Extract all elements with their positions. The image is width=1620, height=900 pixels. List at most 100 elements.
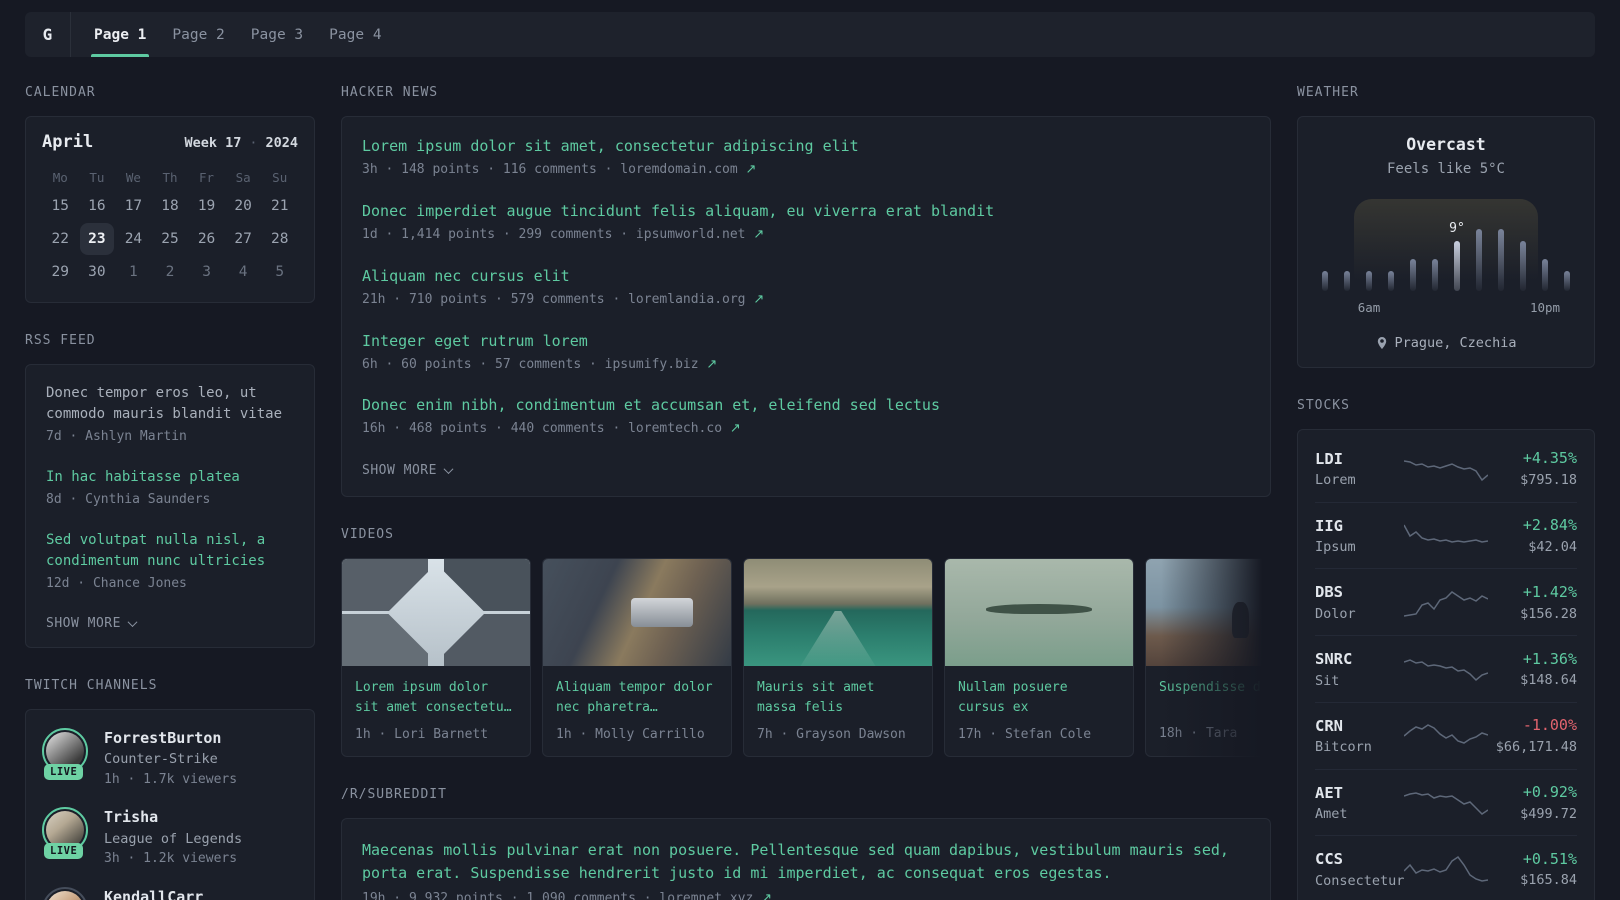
rss-item: Donec tempor eros leo, ut commodo mauris… (46, 383, 294, 447)
sparkline-path (1404, 524, 1488, 543)
videos-section-label: VIDEOS (341, 527, 394, 543)
hackernews-item-meta[interactable]: 1d · 1,414 points · 299 comments · ipsum… (362, 226, 1250, 245)
twitch-channel-info: KendallCarr (104, 887, 203, 900)
weather-location: Prague, Czechia (1314, 335, 1578, 351)
video-thumbnail (945, 559, 1133, 667)
video-card-body: Aliquam tempor dolor nec pharetra… 1h · … (543, 666, 731, 755)
twitch-channel-row[interactable]: LIVE Trisha League of Legends 3h · 1.2k … (42, 807, 298, 869)
rss-widget: RSS FEED Donec tempor eros leo, ut commo… (25, 333, 315, 648)
hackernews-item-meta[interactable]: 3h · 148 points · 116 comments · loremdo… (362, 161, 1250, 180)
stock-row[interactable]: IIG Ipsum +2.84% $42.04 (1315, 501, 1577, 569)
hackernews-item-title-link[interactable]: Lorem ipsum dolor sit amet, consectetur … (362, 137, 1250, 155)
calendar-day-cell: 4 (238, 264, 248, 280)
avatar (46, 890, 84, 900)
videos-carousel[interactable]: Lorem ipsum dolor sit amet consectetu… 1… (341, 558, 1271, 757)
video-card-body: Lorem ipsum dolor sit amet consectetu… 1… (342, 666, 530, 755)
weather-temp-label: 9° (1449, 221, 1465, 236)
calendar-day-cell: 15 (51, 198, 70, 214)
subreddit-post-title-link[interactable]: Maecenas mollis pulvinar erat non posuer… (362, 839, 1250, 886)
hackernews-item-meta[interactable]: 16h · 468 points · 440 comments · loremt… (362, 420, 1250, 439)
rss-show-more-label: SHOW MORE (46, 615, 121, 631)
app-logo: G (25, 12, 71, 57)
subreddit-post-meta[interactable]: 19h · 9,932 points · 1,090 comments · lo… (362, 890, 1250, 900)
calendar-day-cell: 18 (161, 198, 179, 214)
hackernews-item-title-link[interactable]: Aliquam nec cursus elit (362, 267, 1250, 285)
video-title-link[interactable]: Suspendisse diam (1159, 678, 1271, 718)
stock-values: -1.00% $66,171.48 (1488, 715, 1577, 757)
hackernews-show-more-button[interactable]: SHOW MORE (362, 461, 454, 478)
rss-show-more-button[interactable]: SHOW MORE (46, 614, 138, 631)
twitch-channel-game: League of Legends (104, 830, 243, 847)
hackernews-item: Integer eget rutrum lorem 6h · 60 points… (362, 332, 1250, 375)
stock-values: +4.35% $795.18 (1488, 448, 1577, 490)
twitch-channel-row[interactable]: LIVE ForrestBurton Counter-Strike 1h · 1… (42, 727, 298, 790)
video-title-link[interactable]: Mauris sit amet massa felis (757, 678, 919, 718)
hackernews-item-meta[interactable]: 21h · 710 points · 579 comments · loreml… (362, 291, 1250, 310)
stock-row[interactable]: CCS Consectetur +0.51% $165.84 (1315, 835, 1577, 900)
calendar-day-cell: 16 (88, 198, 106, 214)
video-meta: 18h · Tara (1159, 726, 1238, 742)
weather-hour-bar (1322, 271, 1328, 291)
sparkline-path (1404, 792, 1488, 815)
video-title-link[interactable]: Aliquam tempor dolor nec pharetra… (556, 678, 718, 718)
stock-company-name: Ipsum (1315, 539, 1356, 556)
video-card-body: Nullam posuere cursus ex 17h · Stefan Co… (945, 666, 1133, 755)
subreddit-section-label: /R/SUBREDDIT (341, 786, 447, 802)
stock-change-percent: +1.42% (1522, 582, 1577, 601)
hackernews-item-title-link[interactable]: Donec enim nibh, condimentum et accumsan… (362, 396, 1250, 414)
twitch-channel-row[interactable]: KendallCarr (42, 886, 298, 900)
external-link-icon: ↗ (706, 356, 718, 372)
hackernews-item: Lorem ipsum dolor sit amet, consectetur … (362, 137, 1250, 180)
rss-item-title-link[interactable]: Sed volutpat nulla nisl, a condimentum n… (46, 530, 294, 572)
page-tab[interactable]: Page 4 (316, 12, 394, 57)
weather-condition: Overcast (1406, 135, 1486, 154)
hackernews-item-meta[interactable]: 6h · 60 points · 57 comments · ipsumify.… (362, 356, 1250, 375)
twitch-channel-name: KendallCarr (104, 887, 204, 900)
stock-change-percent: +1.36% (1522, 649, 1577, 668)
calendar-dow-label: Fr (199, 170, 215, 185)
page-tab[interactable]: Page 1 (81, 12, 159, 57)
stock-price: $499.72 (1520, 805, 1577, 822)
video-card[interactable]: Nullam posuere cursus ex 17h · Stefan Co… (944, 558, 1134, 757)
video-thumbnail (543, 559, 731, 667)
stock-sparkline-chart (1404, 855, 1489, 882)
video-card[interactable]: Suspendisse diam 18h · Tara (1145, 558, 1271, 757)
page-tab[interactable]: Page 3 (238, 12, 316, 57)
external-link-icon: ↗ (753, 291, 765, 307)
hackernews-meta-text: 3h · 148 points · 116 comments · loremdo… (362, 162, 746, 177)
stock-row[interactable]: SNRC Sit +1.36% $148.64 (1315, 635, 1577, 702)
video-thumbnail (744, 559, 932, 667)
rss-item-meta: 12d · Chance Jones (46, 575, 187, 591)
stock-row[interactable]: LDI Lorem +4.35% $795.18 (1315, 436, 1577, 502)
rss-section-label: RSS FEED (25, 333, 96, 348)
external-link-icon: ↗ (761, 891, 773, 900)
stocks-section-label: STOCKS (1297, 398, 1350, 413)
twitch-channel-game: Counter-Strike (104, 751, 218, 768)
stock-company-name: Sit (1315, 672, 1340, 689)
weather-location-text: Prague, Czechia (1394, 335, 1517, 351)
video-card[interactable]: Lorem ipsum dolor sit amet consectetu… 1… (341, 558, 531, 757)
calendar-dow-label: Th (162, 170, 178, 185)
video-card[interactable]: Aliquam tempor dolor nec pharetra… 1h · … (542, 558, 732, 757)
stock-row[interactable]: AET Amet +0.92% $499.72 (1315, 768, 1577, 836)
hackernews-item-title-link[interactable]: Donec imperdiet augue tincidunt felis al… (362, 202, 1250, 220)
stock-ticker: DBS (1315, 583, 1343, 602)
video-title-link[interactable]: Nullam posuere cursus ex (958, 678, 1120, 718)
video-title-link[interactable]: Lorem ipsum dolor sit amet consectetu… (355, 678, 517, 718)
stock-names: LDI Lorem (1315, 448, 1404, 491)
hackernews-item: Aliquam nec cursus elit 21h · 710 points… (362, 267, 1250, 310)
rss-item-title-link[interactable]: In hac habitasse platea (46, 467, 294, 488)
stock-row[interactable]: CRN Bitcorn -1.00% $66,171.48 (1315, 701, 1577, 769)
page-tab[interactable]: Page 2 (159, 12, 237, 57)
stock-price: $148.64 (1520, 672, 1577, 689)
weather-hour-bar (1476, 229, 1482, 291)
hackernews-meta-text: 6h · 60 points · 57 comments · ipsumify.… (362, 356, 707, 372)
stock-row[interactable]: DBS Dolor +1.42% $156.28 (1315, 568, 1577, 635)
hackernews-item-title-link[interactable]: Integer eget rutrum lorem (362, 332, 1250, 350)
video-card[interactable]: Mauris sit amet massa felis 7h · Grayson… (743, 558, 933, 757)
stock-values: +1.42% $156.28 (1488, 582, 1577, 624)
rss-item-title-link[interactable]: Donec tempor eros leo, ut commodo mauris… (46, 383, 294, 425)
chevron-down-icon (443, 464, 454, 475)
subreddit-widget: /R/SUBREDDIT Maecenas mollis pulvinar er… (341, 787, 1271, 900)
calendar-day-cell: 30 (88, 264, 106, 280)
